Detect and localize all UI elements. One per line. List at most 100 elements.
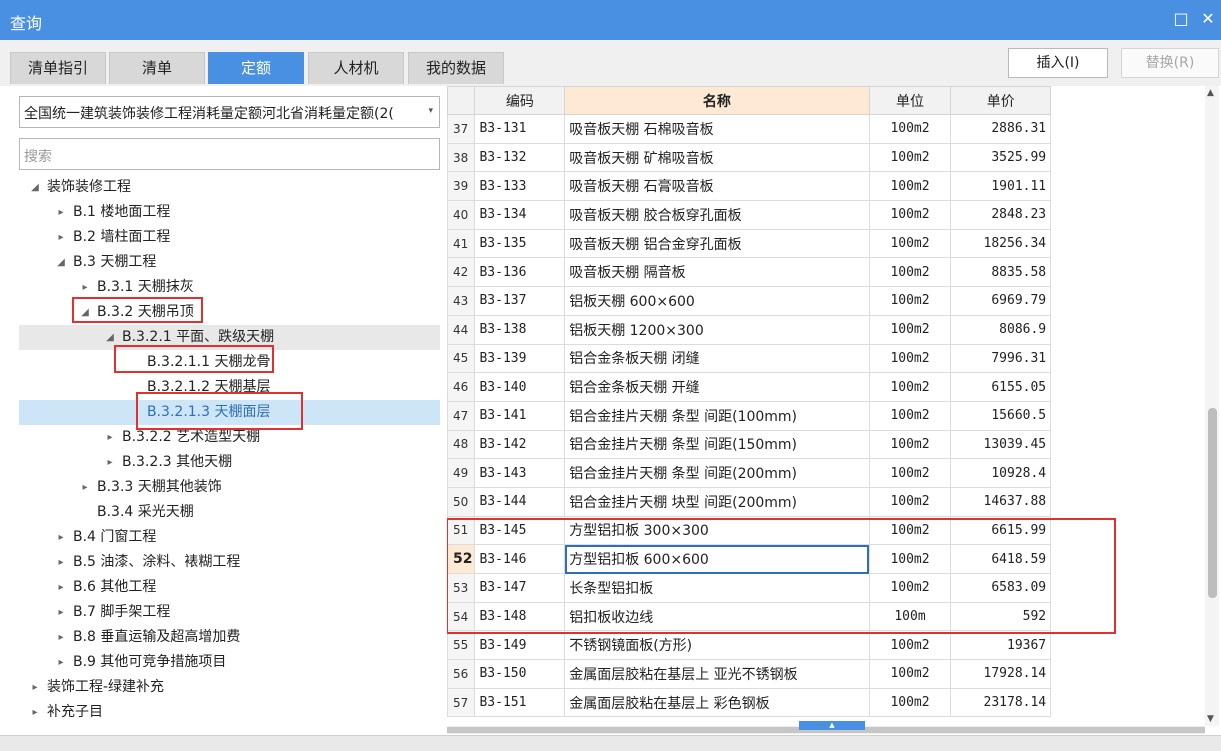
- splitter-grip-icon[interactable]: ▲: [799, 721, 865, 730]
- cell-price[interactable]: 10928.4: [950, 458, 1052, 488]
- cell-code[interactable]: B3-141: [474, 400, 566, 431]
- cell-unit[interactable]: 100m2: [868, 171, 952, 202]
- row-number[interactable]: 40: [447, 200, 476, 230]
- cell-price[interactable]: 15660.5: [950, 400, 1052, 431]
- scroll-up-icon[interactable]: ▲: [1207, 88, 1214, 98]
- column-header-code[interactable]: 编码: [474, 86, 566, 115]
- cell-price[interactable]: 1901.11: [950, 171, 1052, 202]
- expand-arrow-icon[interactable]: ▸: [55, 225, 67, 250]
- table-row[interactable]: 44 B3-138 铝板天棚 1200×300 100m2 8086.9: [447, 314, 1205, 345]
- search-input[interactable]: 搜索: [19, 138, 440, 170]
- row-number[interactable]: 56: [447, 659, 476, 689]
- cell-name[interactable]: 吸音板天棚 隔音板: [564, 257, 870, 288]
- table-row[interactable]: 43 B3-137 铝板天棚 600×600 100m2 6969.79: [447, 286, 1205, 316]
- maximize-icon[interactable]: □: [1170, 8, 1192, 30]
- cell-name[interactable]: 铝板天棚 600×600: [564, 286, 870, 316]
- cell-price[interactable]: 6155.05: [950, 372, 1052, 402]
- row-number[interactable]: 47: [447, 400, 476, 431]
- cell-name[interactable]: 铝板天棚 1200×300: [564, 314, 870, 345]
- cell-price[interactable]: 14637.88: [950, 486, 1052, 517]
- cell-price[interactable]: 13039.45: [950, 429, 1052, 460]
- cell-price[interactable]: 8086.9: [950, 314, 1052, 345]
- row-number[interactable]: 37: [447, 114, 476, 144]
- cell-price[interactable]: 3525.99: [950, 142, 1052, 173]
- table-row[interactable]: 45 B3-139 铝合金条板天棚 闭缝 100m2 7996.31: [447, 343, 1205, 374]
- row-number[interactable]: 55: [447, 630, 476, 661]
- expand-arrow-icon[interactable]: ▸: [79, 475, 91, 500]
- table-row[interactable]: 49 B3-143 铝合金挂片天棚 条型 间距(200mm) 100m2 10928.4: [447, 458, 1205, 488]
- row-number[interactable]: 50: [447, 486, 476, 517]
- cell-name[interactable]: 吸音板天棚 胶合板穿孔面板: [564, 200, 870, 230]
- cell-unit[interactable]: 100m2: [868, 659, 952, 689]
- tree-node[interactable]: ◢ 装饰装修工程: [19, 175, 440, 200]
- cell-name[interactable]: 吸音板天棚 石棉吸音板: [564, 114, 870, 144]
- expand-arrow-icon[interactable]: ▸: [104, 450, 116, 475]
- cell-price[interactable]: 23178.14: [950, 687, 1052, 718]
- tab-my-data[interactable]: 我的数据: [408, 52, 504, 84]
- tree-node[interactable]: ▸ B.8 垂直运输及超高增加费: [19, 625, 440, 650]
- cell-code[interactable]: B3-142: [474, 429, 566, 460]
- cell-name[interactable]: 铝合金条板天棚 闭缝: [564, 343, 870, 374]
- table-row[interactable]: 50 B3-144 铝合金挂片天棚 块型 间距(200mm) 100m2 14637.8…: [447, 486, 1205, 517]
- cell-unit[interactable]: 100m2: [868, 257, 952, 288]
- cell-code[interactable]: B3-151: [474, 687, 566, 718]
- table-row[interactable]: 41 B3-135 吸音板天棚 铝合金穿孔面板 100m2 18256.34: [447, 228, 1205, 259]
- expand-arrow-icon[interactable]: ▸: [29, 675, 41, 700]
- scroll-down-icon[interactable]: ▼: [1207, 714, 1214, 724]
- cell-code[interactable]: B3-133: [474, 171, 566, 202]
- cell-code[interactable]: B3-140: [474, 372, 566, 402]
- tree-node[interactable]: ▸ 补充子目: [19, 700, 440, 725]
- vertical-scrollbar[interactable]: ▲ ▼: [1205, 86, 1219, 726]
- cell-code[interactable]: B3-150: [474, 659, 566, 689]
- cell-unit[interactable]: 100m2: [868, 372, 952, 402]
- cell-unit[interactable]: 100m2: [868, 286, 952, 316]
- tree-node[interactable]: ▸ B.6 其他工程: [19, 575, 440, 600]
- collapse-arrow-icon[interactable]: ◢: [55, 250, 67, 275]
- row-number[interactable]: 46: [447, 372, 476, 402]
- cell-code[interactable]: B3-135: [474, 228, 566, 259]
- tree-node[interactable]: ▸ B.5 油漆、涂料、裱糊工程: [19, 550, 440, 575]
- row-number[interactable]: 45: [447, 343, 476, 374]
- expand-arrow-icon[interactable]: ▸: [55, 525, 67, 550]
- table-row[interactable]: 55 B3-149 不锈钢镜面板(方形) 100m2 19367: [447, 630, 1205, 661]
- cell-unit[interactable]: 100m2: [868, 458, 952, 488]
- table-row[interactable]: 42 B3-136 吸音板天棚 隔音板 100m2 8835.58: [447, 257, 1205, 288]
- cell-code[interactable]: B3-138: [474, 314, 566, 345]
- cell-unit[interactable]: 100m2: [868, 400, 952, 431]
- cell-name[interactable]: 铝合金挂片天棚 条型 间距(150mm): [564, 429, 870, 460]
- table-row[interactable]: 37 B3-131 吸音板天棚 石棉吸音板 100m2 2886.31: [447, 114, 1205, 144]
- cell-code[interactable]: B3-137: [474, 286, 566, 316]
- chevron-down-icon[interactable]: ▾: [428, 106, 433, 116]
- row-number[interactable]: 43: [447, 286, 476, 316]
- cell-price[interactable]: 6969.79: [950, 286, 1052, 316]
- cell-name[interactable]: 铝合金挂片天棚 条型 间距(100mm): [564, 400, 870, 431]
- horizontal-scrollbar[interactable]: ▲: [447, 721, 1205, 734]
- tab-labor-material-machine[interactable]: 人材机: [308, 52, 404, 84]
- cell-unit[interactable]: 100m2: [868, 486, 952, 517]
- tab-bill-guide[interactable]: 清单指引: [10, 52, 106, 84]
- cell-unit[interactable]: 100m2: [868, 228, 952, 259]
- column-header-price[interactable]: 单价: [950, 86, 1052, 115]
- cell-name[interactable]: 金属面层胶粘在基层上 彩色钢板: [564, 687, 870, 718]
- tree-node[interactable]: B.3.4 采光天棚: [19, 500, 440, 525]
- cell-code[interactable]: B3-144: [474, 486, 566, 517]
- expand-arrow-icon[interactable]: ▸: [55, 625, 67, 650]
- cell-unit[interactable]: 100m2: [868, 687, 952, 718]
- tree-node[interactable]: ▸ 装饰工程-绿建补充: [19, 675, 440, 700]
- cell-name[interactable]: 铝合金条板天棚 开缝: [564, 372, 870, 402]
- cell-price[interactable]: 2886.31: [950, 114, 1052, 144]
- cell-code[interactable]: B3-143: [474, 458, 566, 488]
- expand-arrow-icon[interactable]: ▸: [55, 600, 67, 625]
- cell-code[interactable]: B3-131: [474, 114, 566, 144]
- expand-arrow-icon[interactable]: ▸: [55, 575, 67, 600]
- quota-library-select[interactable]: 全国统一建筑装饰装修工程消耗量定额河北省消耗量定额(2( ▾: [19, 96, 440, 128]
- insert-button[interactable]: 插入(I): [1008, 48, 1108, 78]
- column-header-name[interactable]: 名称: [564, 86, 870, 115]
- tree-node[interactable]: ▸ B.7 脚手架工程: [19, 600, 440, 625]
- close-icon[interactable]: ✕: [1197, 8, 1219, 30]
- tree-node[interactable]: ▸ B.9 其他可竞争措施项目: [19, 650, 440, 675]
- table-row[interactable]: 47 B3-141 铝合金挂片天棚 条型 间距(100mm) 100m2 15660.5: [447, 400, 1205, 431]
- column-header-unit[interactable]: 单位: [868, 86, 952, 115]
- row-number[interactable]: 49: [447, 458, 476, 488]
- expand-arrow-icon[interactable]: ▸: [55, 650, 67, 675]
